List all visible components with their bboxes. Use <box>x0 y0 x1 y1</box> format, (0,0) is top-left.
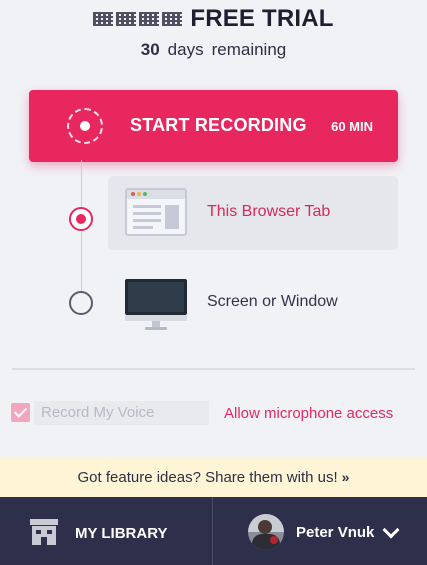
browser-content-line <box>133 205 161 208</box>
section-divider <box>12 368 415 370</box>
record-voice-checkbox[interactable] <box>11 403 30 422</box>
browser-content-line <box>133 226 153 229</box>
start-recording-button[interactable]: START RECORDING 60 MIN <box>29 90 398 162</box>
feature-ideas-banner[interactable]: Got feature ideas? Share them with us! » <box>0 457 427 497</box>
user-name: Peter Vnuk <box>296 524 375 541</box>
library-icon-window <box>36 530 41 534</box>
radio-browser-tab[interactable] <box>69 207 93 231</box>
user-menu[interactable]: Peter Vnuk <box>213 497 427 565</box>
page-title: FREE TRIAL <box>190 5 334 32</box>
browser-dot-green <box>143 192 147 196</box>
chevron-down-icon[interactable] <box>382 521 400 539</box>
option-screen-window-label: Screen or Window <box>207 293 338 310</box>
option-browser-tab-label: This Browser Tab <box>207 203 331 220</box>
monitor-foot <box>145 327 167 330</box>
brand-logo <box>93 8 183 30</box>
brand-logo-glyph <box>93 12 114 26</box>
recording-duration-badge: 60 MIN <box>331 119 373 134</box>
browser-window-icon <box>125 188 187 236</box>
monitor-icon <box>125 279 187 331</box>
brand-logo-glyph <box>139 12 160 26</box>
option-screen-window[interactable]: Screen or Window <box>108 265 398 339</box>
browser-content-line <box>133 219 161 222</box>
avatar <box>248 514 284 550</box>
browser-dot-red <box>131 192 135 196</box>
record-voice-row: Record My Voice Allow microphone access <box>0 400 427 426</box>
my-library-label: MY LIBRARY <box>75 525 168 542</box>
monitor-screen <box>125 279 187 315</box>
allow-microphone-link[interactable]: Allow microphone access <box>224 405 393 422</box>
browser-content-line <box>133 212 161 215</box>
days-remaining-count: 30 <box>140 40 160 59</box>
browser-content-block <box>165 205 179 229</box>
browser-titlebar <box>127 190 185 199</box>
record-voice-label: Record My Voice <box>34 401 209 425</box>
footer-bar: MY LIBRARY Peter Vnuk <box>0 497 427 565</box>
feature-ideas-text: Got feature ideas? Share them with us! <box>77 468 338 486</box>
option-browser-tab[interactable]: This Browser Tab <box>108 176 398 250</box>
radio-screen-window[interactable] <box>69 291 93 315</box>
record-icon <box>67 108 103 144</box>
days-remaining: 30 days remaining <box>0 40 427 60</box>
trial-header: FREE TRIAL 30 days remaining <box>0 0 427 70</box>
avatar-detail <box>270 536 278 544</box>
brand-logo-glyph <box>162 12 183 26</box>
brand-logo-glyph <box>116 12 137 26</box>
browser-dot-yellow <box>137 192 141 196</box>
days-label: days <box>167 40 204 59</box>
remaining-label: remaining <box>211 40 287 59</box>
library-icon-roof <box>30 519 58 525</box>
library-icon-door <box>41 537 47 545</box>
title-row: FREE TRIAL <box>0 4 427 34</box>
my-library-button[interactable]: MY LIBRARY <box>0 497 212 565</box>
avatar-head <box>258 520 272 534</box>
library-building-icon <box>30 519 58 545</box>
start-recording-label: START RECORDING <box>130 115 307 135</box>
double-chevron-right-icon: » <box>341 469 350 485</box>
library-icon-window <box>47 530 52 534</box>
